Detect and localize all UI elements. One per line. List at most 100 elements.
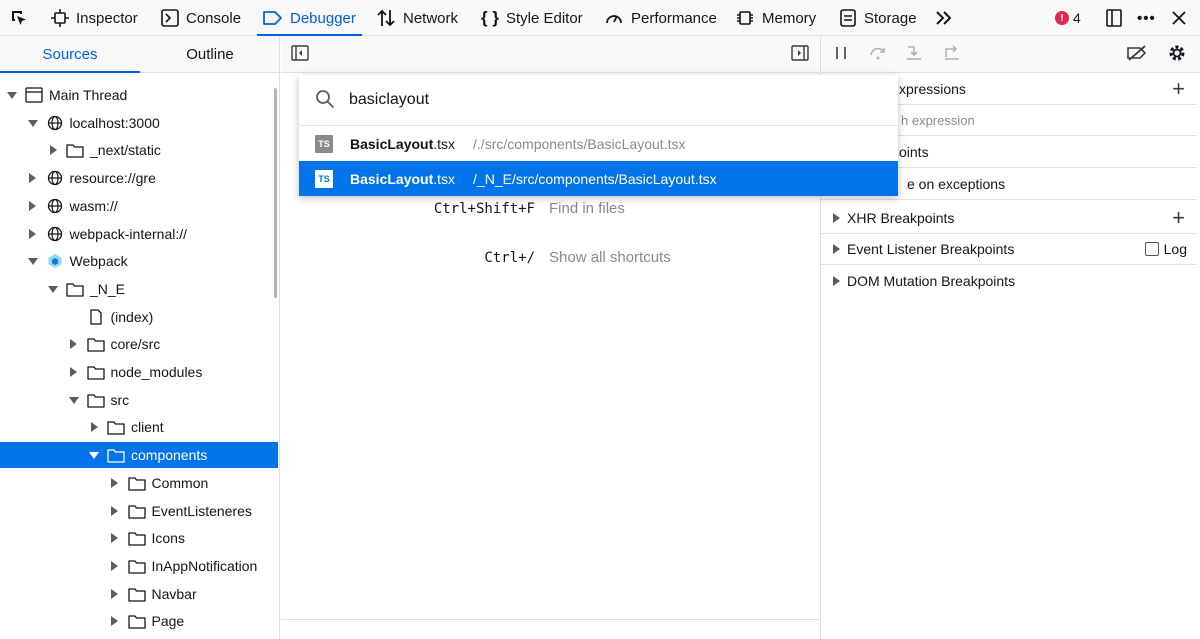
caret-right-icon[interactable]: [110, 478, 120, 488]
result-path: /./src/components/BasicLayout.tsx: [473, 135, 686, 152]
caret-right-icon[interactable]: [89, 422, 99, 432]
globe-icon: [46, 170, 64, 186]
tab-storage[interactable]: Storage: [839, 0, 917, 36]
tree-item[interactable]: webpack-internal://: [0, 221, 278, 247]
tree-item[interactable]: Icons: [0, 525, 278, 551]
tab-console[interactable]: Console: [161, 0, 241, 36]
caret-right-icon[interactable]: [28, 201, 38, 211]
error-count-button[interactable]: ! 4: [1055, 0, 1081, 36]
tree-item[interactable]: wasm://: [0, 193, 278, 219]
tree-item[interactable]: core/src: [0, 331, 278, 357]
quick-open-result-selected[interactable]: TS BasicLayout.tsx /_N_E/src/components/…: [299, 161, 898, 196]
toggle-right-pane-button[interactable]: [789, 36, 811, 72]
tree-item[interactable]: resource://gre: [0, 165, 278, 191]
caret-down-icon[interactable]: [68, 395, 79, 405]
debugger-settings-button[interactable]: [1165, 36, 1189, 72]
tree-item[interactable]: node_modules: [0, 359, 278, 385]
tree-item-label: InAppNotification: [151, 558, 258, 574]
close-icon: [1171, 10, 1187, 26]
quick-open-search-bar[interactable]: basiclayout: [299, 75, 898, 126]
settings-menu-button[interactable]: •••: [1137, 0, 1156, 36]
step-over-button[interactable]: [867, 36, 889, 72]
tree-item[interactable]: Webpack: [0, 248, 278, 274]
close-devtools-button[interactable]: [1171, 0, 1187, 36]
debugger-icon: [263, 10, 283, 26]
caret-down-icon[interactable]: [89, 450, 99, 460]
tree-item[interactable]: _N_E: [0, 276, 278, 302]
caret-right-icon[interactable]: [69, 367, 79, 377]
tab-memory[interactable]: Memory: [735, 0, 816, 36]
tree-item[interactable]: EventListeneres: [0, 498, 278, 524]
tab-outline[interactable]: Outline: [140, 36, 279, 72]
tree-item[interactable]: Page: [0, 608, 278, 634]
caret-down-icon[interactable]: [48, 284, 58, 294]
double-chevron-right-icon: [934, 10, 954, 26]
caret-right-icon: [831, 275, 841, 286]
caret-right-icon[interactable]: [110, 506, 120, 516]
caret-right-icon[interactable]: [110, 616, 120, 626]
caret-right-icon[interactable]: [110, 589, 120, 599]
dock-options-button[interactable]: [1104, 0, 1124, 36]
add-xhr-breakpoint-icon[interactable]: +: [1172, 207, 1185, 229]
caret-right-icon[interactable]: [28, 229, 38, 239]
tree-item[interactable]: components: [0, 442, 278, 468]
dom-mutation-breakpoints-header[interactable]: DOM Mutation Breakpoints: [821, 265, 1197, 296]
tab-network[interactable]: Network: [376, 0, 458, 36]
tab-inspector[interactable]: Inspector: [51, 0, 138, 36]
element-picker-button[interactable]: [9, 0, 29, 36]
caret-right-icon[interactable]: [110, 533, 120, 543]
more-tools-button[interactable]: [934, 0, 954, 36]
folder-icon: [127, 475, 146, 491]
shortcut-label: Find in files: [549, 200, 625, 217]
tab-console-label: Console: [186, 9, 242, 27]
quick-open-input[interactable]: basiclayout: [349, 91, 429, 109]
breakpoints-off-icon: [1126, 44, 1148, 65]
quick-open-result[interactable]: TS BasicLayout.tsx /./src/components/Bas…: [299, 126, 898, 161]
caret-down-icon[interactable]: [7, 90, 17, 100]
editor-footer: [281, 619, 819, 639]
debugger-controls: [821, 36, 1200, 73]
toggle-sources-pane-button[interactable]: [289, 36, 311, 72]
tree-item[interactable]: Common: [0, 470, 278, 496]
folder-icon: [127, 503, 146, 519]
tree-item[interactable]: InAppNotification: [0, 553, 278, 579]
tree-item[interactable]: src: [0, 387, 278, 413]
log-checkbox[interactable]: [1144, 242, 1159, 256]
tab-style-editor[interactable]: { } Style Editor: [481, 0, 583, 36]
tree-scrollbar[interactable]: [274, 88, 277, 298]
caret-right-icon[interactable]: [28, 173, 38, 183]
tree-item[interactable]: localhost:3000: [0, 110, 278, 136]
tree-item[interactable]: _next/static: [0, 137, 278, 163]
result-filename-match: BasicLayout: [350, 170, 434, 187]
tree-item[interactable]: client: [0, 414, 278, 440]
tab-performance[interactable]: Performance: [604, 0, 717, 36]
log-toggle[interactable]: Log: [1144, 241, 1187, 257]
step-in-button[interactable]: [903, 36, 925, 72]
tree-item[interactable]: Main Thread: [0, 82, 278, 108]
tree-item-label: webpack-internal://: [69, 226, 188, 242]
caret-right-icon[interactable]: [110, 561, 120, 571]
caret-down-icon[interactable]: [27, 256, 38, 266]
tree-item[interactable]: (index): [0, 304, 278, 330]
step-out-button[interactable]: [941, 36, 963, 72]
more-options-icon: •••: [1137, 9, 1156, 27]
search-icon: [315, 89, 335, 112]
event-listener-breakpoints-header[interactable]: Event Listener Breakpoints Log: [821, 234, 1197, 265]
caret-right-icon[interactable]: [48, 145, 58, 155]
tab-sources[interactable]: Sources: [0, 36, 140, 73]
folder-icon: [127, 586, 146, 602]
xhr-breakpoints-header[interactable]: XHR Breakpoints +: [821, 203, 1197, 234]
storage-icon: [839, 8, 857, 28]
performance-icon: [604, 8, 624, 28]
shortcut-keys: Ctrl+/: [484, 249, 535, 266]
add-watch-expression-icon[interactable]: +: [1172, 77, 1185, 100]
deactivate-breakpoints-button[interactable]: [1125, 36, 1149, 72]
tree-item-label: src: [110, 392, 130, 408]
tree-item-label: node_modules: [110, 364, 203, 380]
editor-toolbar: [281, 36, 819, 73]
tree-item[interactable]: Navbar: [0, 581, 278, 607]
caret-down-icon[interactable]: [27, 118, 38, 128]
caret-right-icon[interactable]: [69, 339, 79, 349]
tab-debugger[interactable]: Debugger: [257, 0, 362, 36]
pause-button[interactable]: [831, 36, 851, 72]
